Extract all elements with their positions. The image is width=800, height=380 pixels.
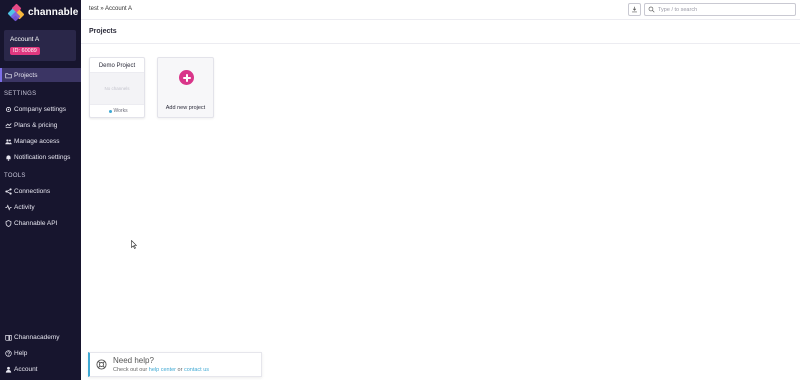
bell-icon <box>4 153 12 161</box>
account-switcher[interactable]: Account A ID: 60089 <box>4 30 76 61</box>
project-card[interactable]: Demo Project No channels Works <box>89 57 145 118</box>
download-button[interactable] <box>628 3 641 16</box>
add-project-card[interactable]: Add new project <box>157 57 214 118</box>
breadcrumb[interactable]: test » Account A <box>89 6 132 12</box>
sidebar-item-label: Activity <box>14 203 35 211</box>
search-box[interactable] <box>644 3 796 16</box>
sidebar-item-label: Plans & pricing <box>14 121 58 129</box>
mouse-cursor-icon <box>131 240 137 249</box>
download-icon <box>632 6 637 13</box>
help-text-prefix: Check out our <box>113 367 149 373</box>
sidebar-item-account[interactable]: Account <box>0 362 81 376</box>
sidebar-item-company-settings[interactable]: Company settings <box>0 102 81 116</box>
sidebar: channable Account A ID: 60089 Projects S… <box>0 0 81 380</box>
sidebar-item-help[interactable]: Help <box>0 346 81 360</box>
add-project-label: Add new project <box>165 105 206 111</box>
help-text: Check out our help center or contact us <box>113 367 209 373</box>
sidebar-item-label: Manage access <box>14 137 60 145</box>
sidebar-item-label: Channable API <box>14 219 58 227</box>
sidebar-item-plans-pricing[interactable]: Plans & pricing <box>0 118 81 132</box>
user-icon <box>4 365 12 373</box>
help-icon <box>4 349 12 357</box>
search-icon <box>648 6 655 13</box>
sidebar-item-label: Account <box>14 365 38 373</box>
tools-section-title: TOOLS <box>4 173 26 179</box>
sidebar-item-channable-api[interactable]: Channable API <box>0 216 81 230</box>
sidebar-item-channacademy[interactable]: Channacademy <box>0 330 81 344</box>
folder-icon <box>4 71 12 79</box>
gear-icon <box>4 105 12 113</box>
users-icon <box>4 137 12 145</box>
sidebar-item-manage-access[interactable]: Manage access <box>0 134 81 148</box>
project-name: Demo Project <box>98 63 136 69</box>
status-dot-icon <box>109 109 112 113</box>
brand-name: channable <box>28 6 79 18</box>
account-id-badge: ID: 60089 <box>10 47 40 55</box>
sidebar-item-label: Notification settings <box>14 153 71 161</box>
shield-icon <box>4 219 12 227</box>
help-text-or: or <box>176 367 184 373</box>
plans-icon <box>4 121 12 129</box>
search-input[interactable] <box>658 6 793 13</box>
account-name: Account A <box>10 36 40 43</box>
sidebar-item-projects[interactable]: Projects <box>0 68 81 82</box>
help-center-link[interactable]: help center <box>149 367 176 373</box>
help-title: Need help? <box>113 356 154 365</box>
sidebar-item-activity[interactable]: Activity <box>0 200 81 214</box>
sidebar-item-label: Projects <box>14 71 38 79</box>
sidebar-item-label: Help <box>14 349 28 357</box>
help-banner: Need help? Check out our help center or … <box>88 352 262 377</box>
project-status-label: Works <box>113 108 128 114</box>
page-title: Projects <box>89 28 117 35</box>
channable-logo-icon <box>7 3 25 21</box>
topbar: test » Account A <box>81 0 800 20</box>
brand-logo[interactable]: channable <box>7 3 79 21</box>
settings-section-title: SETTINGS <box>4 91 37 97</box>
sidebar-item-notification-settings[interactable]: Notification settings <box>0 150 81 164</box>
sidebar-item-connections[interactable]: Connections <box>0 184 81 198</box>
sidebar-item-label: Channacademy <box>14 333 60 341</box>
book-icon <box>4 333 12 341</box>
sidebar-item-label: Company settings <box>14 105 67 113</box>
plus-circle-icon <box>179 70 194 85</box>
project-preview-text: No channels <box>104 86 130 91</box>
contact-us-link[interactable]: contact us <box>184 367 209 373</box>
project-preview: No channels <box>90 72 144 105</box>
project-status: Works <box>109 108 128 114</box>
sidebar-item-label: Connections <box>14 187 51 195</box>
page-header: Projects <box>81 20 800 44</box>
lifebuoy-icon <box>96 359 107 370</box>
connections-icon <box>4 187 12 195</box>
activity-icon <box>4 203 12 211</box>
